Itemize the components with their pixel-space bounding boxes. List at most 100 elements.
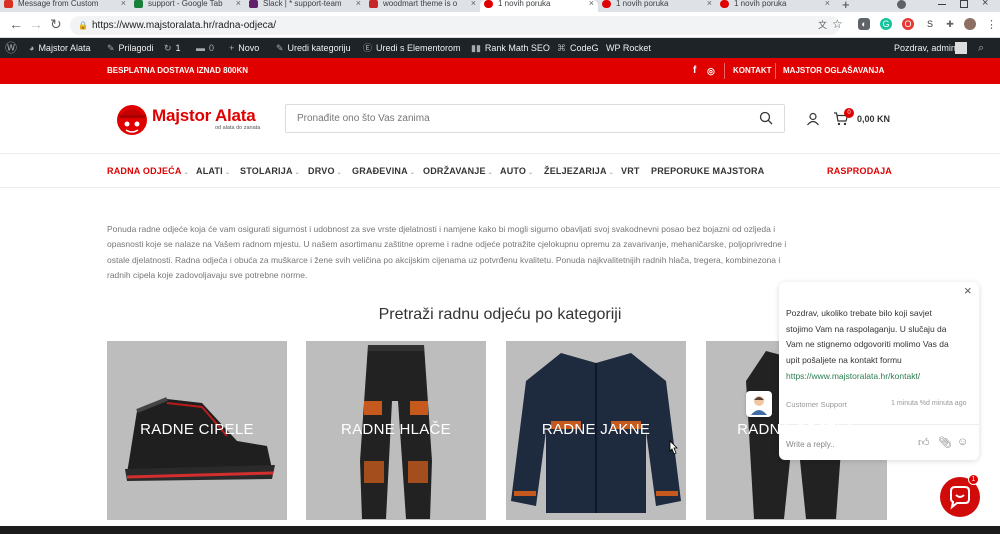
wp-updates[interactable]: ↻ 1 — [164, 38, 181, 58]
site-logo[interactable]: Majstor Alata od alata do zanata — [115, 98, 265, 140]
wp-comments[interactable]: ▬ 0 — [196, 38, 214, 58]
nav-item-stolarija[interactable]: STOLARIJA ⌄ — [240, 154, 300, 190]
address-bar[interactable]: 🔒 https://www.majstoralata.hr/radna-odje… — [70, 16, 840, 35]
cart-total[interactable]: 0,00 KN — [857, 114, 890, 124]
wp-codeg[interactable]: ⌘ CodeG — [557, 38, 599, 58]
wp-new[interactable]: + Novo — [229, 38, 259, 58]
chat-message-line: Vam ne stignemo odgovoriti molimo Vas da — [786, 339, 949, 350]
grammarly-icon[interactable]: G — [880, 18, 892, 30]
wp-rocket-label: WP Rocket — [606, 43, 651, 53]
s-extension-icon[interactable]: S — [924, 18, 936, 30]
forward-icon[interactable]: → — [29, 17, 43, 31]
wp-greeting: Pozdrav, admin — [894, 43, 956, 53]
tab-close-icon[interactable]: × — [707, 0, 712, 8]
nav-item-odrzavanje[interactable]: ODRŽAVANJE ⌄ — [423, 154, 493, 190]
gmail-icon — [4, 0, 13, 8]
tab-close-icon[interactable]: × — [589, 0, 594, 8]
wp-codeg-label: CodeG — [570, 43, 599, 53]
advertising-link[interactable]: MAJSTOR OGLAŠAVANJA — [783, 58, 884, 84]
browser-tab[interactable]: Message from Custom × — [0, 0, 130, 12]
thumbs-up-icon[interactable]: 👍︎ — [918, 436, 930, 449]
back-icon[interactable]: ← — [9, 17, 23, 31]
extension-icon[interactable]: ◐ — [858, 18, 870, 30]
browser-tab[interactable]: support - Google Tab × — [130, 0, 245, 12]
window-maximize-icon[interactable] — [960, 0, 968, 8]
category-card-radne-cipele[interactable]: RADNE CIPELE — [107, 341, 287, 520]
wp-search-icon[interactable]: ⌕ — [978, 38, 984, 58]
contact-link[interactable]: https://www.majstoralata.hr/kontakt/ — [786, 369, 966, 385]
wp-account[interactable]: Pozdrav, admin — [894, 38, 956, 58]
chat-message-line: upit pošaljete na kontakt formu — [786, 355, 902, 366]
tab-close-icon[interactable]: × — [236, 0, 241, 8]
wp-elementor-label: Uredi s Elementorom — [376, 43, 461, 53]
nav-item-preporuke[interactable]: PREPORUKE MAJSTORA — [651, 154, 764, 188]
browser-tab[interactable]: Slack | * support-team × — [245, 0, 365, 12]
nav-item-zeljezarija[interactable]: ŽELJEZARIJA ⌄ — [544, 154, 614, 190]
wp-elementor[interactable]: Ⓔ Uredi s Elementorom — [363, 38, 461, 58]
search-icon[interactable] — [759, 111, 773, 125]
nav-label: GRAĐEVINA — [352, 166, 408, 176]
description-line: radnih cipela koje zadovoljavaju sve pot… — [107, 269, 308, 280]
wp-edit-category[interactable]: ✎ Uredi kategoriju — [276, 38, 351, 58]
nav-item-vrt[interactable]: VRT — [621, 154, 640, 188]
browser-tab-active[interactable]: 1 novih poruka × — [480, 0, 598, 12]
category-card-radne-jakne[interactable]: RADNE JAKNE — [506, 341, 686, 520]
profile-avatar[interactable] — [964, 18, 976, 30]
main-navigation: RADNA ODJEĆA ⌄ ALATI ⌄ STOLARIJA ⌄ DRVO ⌄ GR… — [0, 154, 1000, 188]
tab-close-icon[interactable]: × — [356, 0, 361, 8]
nav-label: STOLARIJA — [240, 166, 293, 176]
divider — [775, 63, 776, 79]
contact-link[interactable]: KONTAKT — [733, 58, 772, 84]
nav-item-alati[interactable]: ALATI ⌄ — [196, 154, 230, 190]
new-tab-button[interactable]: + — [842, 0, 850, 12]
window-close-icon[interactable]: × — [982, 0, 988, 9]
wp-customize[interactable]: ✎ Prilagodi — [107, 38, 154, 58]
wordpress-logo-icon[interactable]: Ⓦ — [5, 38, 17, 58]
wp-site-name[interactable]: ◕ Majstor Alata — [29, 38, 90, 58]
nav-item-rasprodaja[interactable]: RASPRODAJA — [827, 154, 892, 188]
facebook-icon[interactable]: f — [693, 58, 696, 84]
tab-close-icon[interactable]: × — [471, 0, 476, 8]
lock-icon: 🔒 — [78, 21, 88, 30]
nav-item-gradevina[interactable]: GRAĐEVINA ⌄ — [352, 154, 415, 190]
emoji-icon[interactable]: ☺ — [957, 436, 968, 448]
logo-subtitle: od alata do zanata — [215, 125, 261, 131]
browser-tab[interactable]: 1 novih poruka × — [716, 0, 834, 12]
instagram-icon[interactable]: ◎ — [707, 58, 715, 84]
window-minimize-icon[interactable] — [938, 4, 946, 5]
opera-icon[interactable]: O — [902, 18, 914, 30]
browser-menu-icon[interactable]: ⋮ — [986, 18, 997, 31]
account-icon[interactable] — [806, 112, 820, 126]
wp-rank-math[interactable]: ▮▮ Rank Math SEO — [471, 38, 550, 58]
nav-item-radna-odjeca[interactable]: RADNA ODJEĆA ⌄ — [107, 154, 189, 190]
reload-icon[interactable]: ↻ — [50, 17, 62, 31]
plus-icon: + — [229, 43, 235, 53]
chat-launcher-button[interactable]: 1 — [940, 474, 980, 517]
agent-name: Customer Support — [786, 400, 847, 409]
wp-avatar[interactable] — [955, 42, 967, 54]
attachment-icon[interactable]: 📎︎ — [938, 436, 952, 449]
category-label: RADNA ODJELA — [737, 421, 855, 438]
browser-tab[interactable]: woodmart theme is o × — [365, 0, 480, 12]
bookmark-star-icon[interactable]: ☆ — [832, 17, 843, 31]
wp-rocket[interactable]: WP Rocket — [606, 38, 651, 58]
category-label: RADNE HLAČE — [341, 421, 451, 438]
brush-icon: ✎ — [107, 43, 115, 53]
chat-message-line: Pozdrav, ukoliko trebate bilo koji savje… — [786, 308, 932, 318]
browser-tab[interactable]: 1 novih poruka × — [598, 0, 716, 12]
comment-icon: ▬ — [196, 43, 205, 53]
nav-item-drvo[interactable]: DRVO ⌄ — [308, 154, 342, 190]
wp-site-name-label: Majstor Alata — [38, 43, 91, 53]
translate-icon[interactable]: 文 — [818, 16, 827, 35]
category-card-radne-hlace[interactable]: RADNE HLAČE — [306, 341, 486, 520]
tab-close-icon[interactable]: × — [825, 0, 830, 8]
category-label: RADNE CIPELE — [140, 421, 254, 438]
chat-close-button[interactable]: × — [964, 283, 972, 298]
reply-input[interactable]: Write a reply.. — [786, 440, 835, 449]
tab-close-icon[interactable]: × — [121, 0, 126, 8]
profile-dot-icon[interactable] — [897, 0, 906, 9]
search-input[interactable]: Pronađite ono što Vas zanima — [285, 104, 785, 133]
mouse-cursor-icon — [669, 440, 678, 455]
puzzle-extensions-icon[interactable]: ✚ — [944, 18, 956, 30]
nav-item-auto[interactable]: AUTO ⌄ — [500, 154, 533, 190]
